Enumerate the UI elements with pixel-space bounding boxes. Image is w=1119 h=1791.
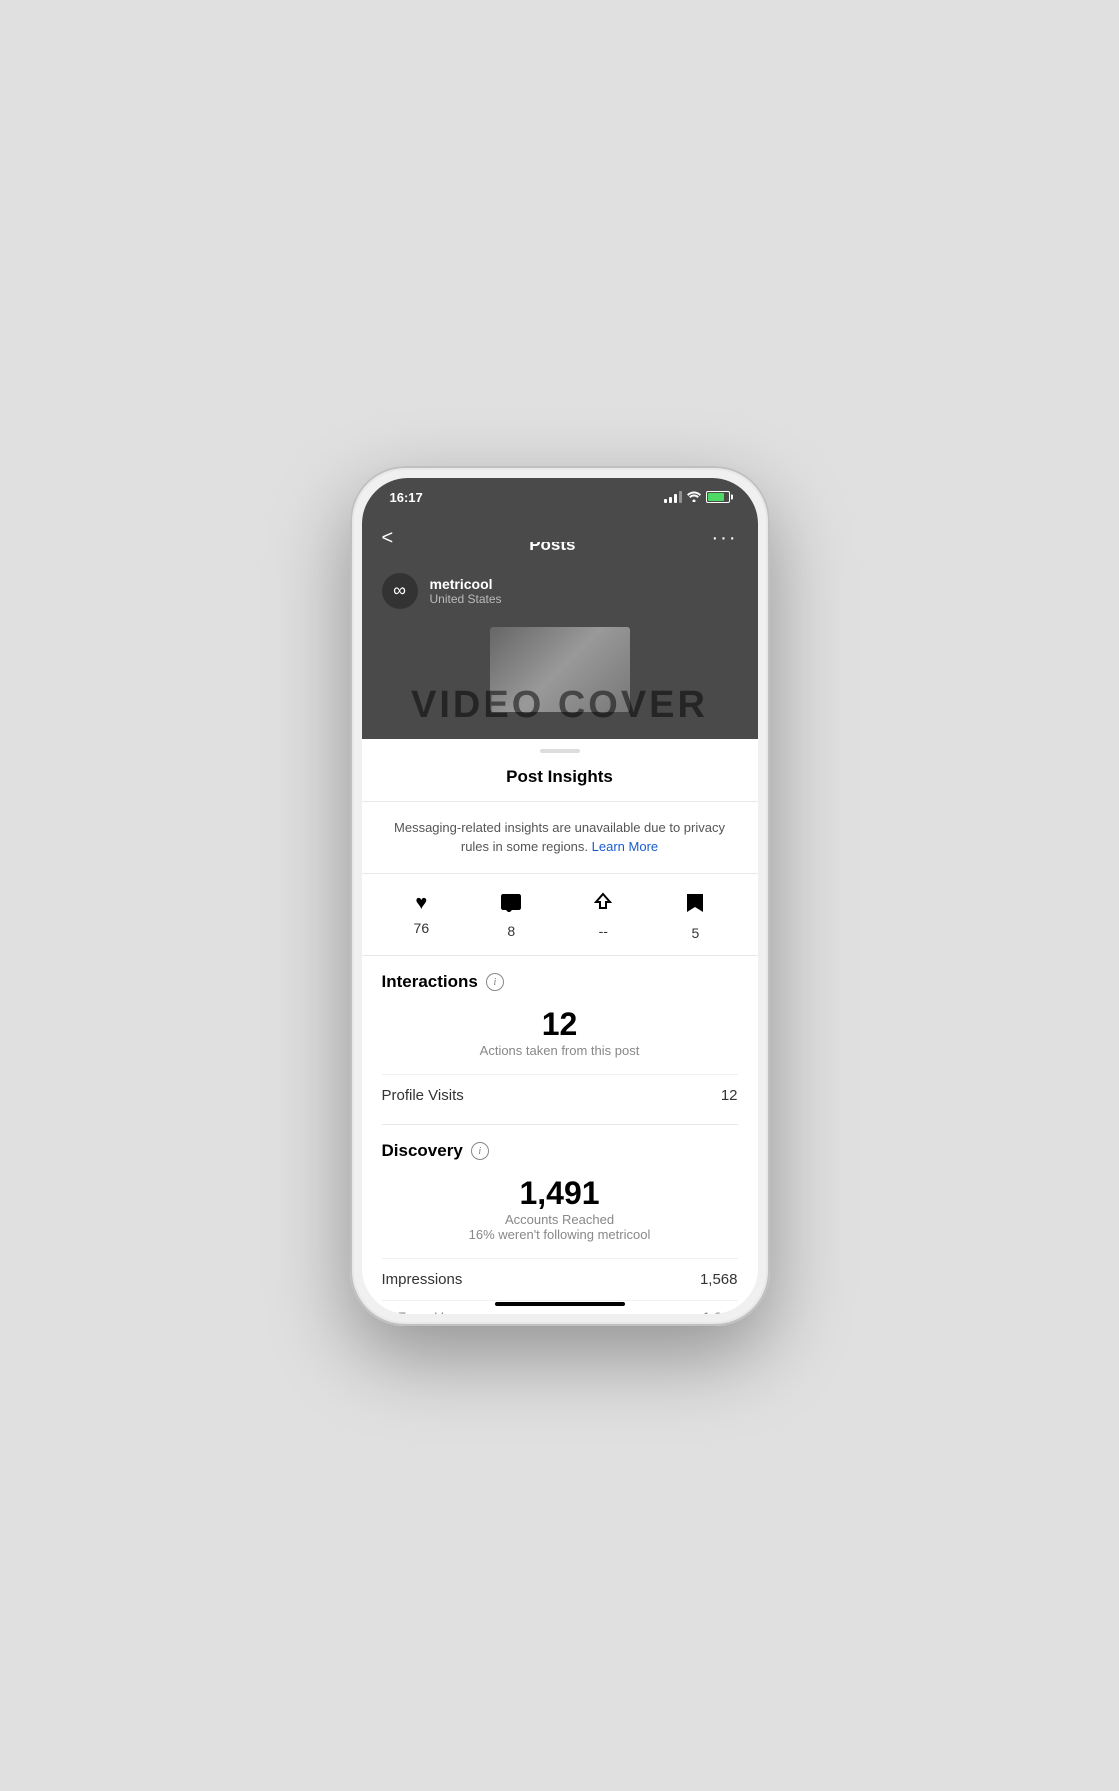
shares-value: -- xyxy=(599,923,608,939)
time-display: 16:17 xyxy=(390,490,423,505)
avatar: ∞ xyxy=(382,573,418,609)
privacy-text: Messaging-related insights are unavailab… xyxy=(394,820,725,855)
comments-value: 8 xyxy=(507,923,515,939)
likes-value: 76 xyxy=(414,920,430,936)
avatar-symbol: ∞ xyxy=(393,580,406,601)
post-preview-area: < METRICOOL Posts ··· ∞ metricool United… xyxy=(362,513,758,739)
profile-visits-value: 12 xyxy=(721,1087,738,1104)
phone-frame: 16:17 xyxy=(350,466,770,1326)
impressions-label: Impressions xyxy=(382,1271,463,1288)
from-home-label: From Home xyxy=(398,1309,472,1314)
interactions-header: Interactions i xyxy=(382,972,738,992)
back-button[interactable]: < xyxy=(382,527,394,550)
privacy-notice: Messaging-related insights are unavailab… xyxy=(362,802,758,874)
impressions-value: 1,568 xyxy=(700,1271,738,1288)
discovery-big-number: 1,491 xyxy=(382,1175,738,1212)
video-cover-area: VIDEO COVER xyxy=(362,619,758,739)
status-icons xyxy=(664,490,730,505)
stat-comments: 8 xyxy=(501,892,521,941)
battery-icon xyxy=(706,491,730,503)
interactions-big-number: 12 xyxy=(382,1006,738,1043)
more-button[interactable]: ··· xyxy=(712,527,738,550)
account-info: metricool United States xyxy=(430,576,738,606)
discovery-header: Discovery i xyxy=(382,1141,738,1161)
stat-saves: 5 xyxy=(685,892,705,941)
interactions-info-icon[interactable]: i xyxy=(486,973,504,991)
home-indicator xyxy=(495,1302,625,1306)
sheet-handle xyxy=(540,749,580,753)
account-row: ∞ metricool United States xyxy=(362,563,758,619)
sheet-title: Post Insights xyxy=(362,757,758,801)
interactions-section: Interactions i 12 Actions taken from thi… xyxy=(362,956,758,1125)
signal-icon xyxy=(664,491,682,503)
comments-icon xyxy=(501,892,521,918)
likes-icon: ♥ xyxy=(415,892,427,915)
from-home-value: 1,221 xyxy=(702,1309,737,1314)
interactions-big-label: Actions taken from this post xyxy=(382,1043,738,1058)
video-cover-text: VIDEO COVER xyxy=(411,684,708,727)
account-name: metricool xyxy=(430,576,738,592)
account-location: United States xyxy=(430,592,738,606)
impressions-row: Impressions 1,568 xyxy=(382,1258,738,1300)
profile-visits-row: Profile Visits 12 xyxy=(382,1074,738,1116)
learn-more-link[interactable]: Learn More xyxy=(592,839,658,854)
notch xyxy=(500,520,620,542)
saves-value: 5 xyxy=(692,925,700,941)
discovery-title: Discovery xyxy=(382,1141,463,1161)
discovery-big-label: Accounts Reached 16% weren't following m… xyxy=(382,1212,738,1242)
battery-fill xyxy=(708,493,724,501)
phone-screen: 16:17 xyxy=(362,478,758,1314)
shares-icon xyxy=(593,892,613,918)
profile-visits-label: Profile Visits xyxy=(382,1087,464,1104)
stat-likes: ♥ 76 xyxy=(414,892,430,941)
discovery-section: Discovery i 1,491 Accounts Reached 16% w… xyxy=(362,1125,758,1314)
discovery-info-icon[interactable]: i xyxy=(471,1142,489,1160)
stat-shares: -- xyxy=(593,892,613,941)
saves-icon xyxy=(685,892,705,920)
stats-row: ♥ 76 8 - xyxy=(362,874,758,956)
interactions-title: Interactions xyxy=(382,972,478,992)
wifi-icon xyxy=(687,490,701,505)
status-bar: 16:17 xyxy=(362,478,758,513)
bottom-sheet: Post Insights Messaging-related insights… xyxy=(362,739,758,1314)
